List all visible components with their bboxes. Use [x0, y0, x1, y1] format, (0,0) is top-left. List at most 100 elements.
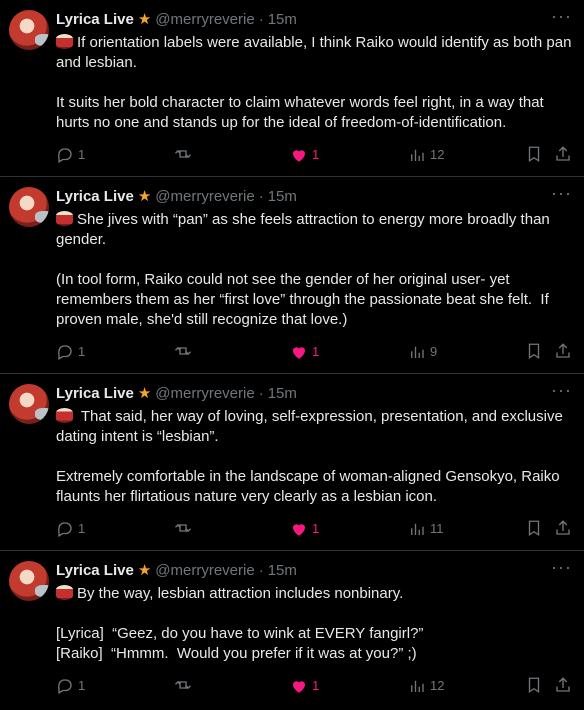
separator-dot: ·: [258, 562, 264, 579]
views-icon: [411, 346, 424, 358]
reply-count: 1: [78, 147, 86, 162]
share-icon: [556, 677, 570, 692]
like-button[interactable]: 1: [290, 519, 319, 539]
action-bar: 1 1 12: [56, 676, 572, 696]
author-name[interactable]: Lyrica Live: [56, 561, 134, 581]
tweet-header: Lyrica Live ★ @merryreverie · 15m: [56, 561, 297, 581]
view-count: 11: [430, 521, 444, 536]
action-bar: 1 1 9: [56, 342, 572, 362]
views-icon: [411, 149, 424, 161]
more-options-icon[interactable]: ···: [551, 557, 572, 577]
view-count: 9: [430, 344, 438, 359]
repost-button[interactable]: [174, 145, 192, 163]
heart-icon: [293, 150, 305, 162]
drum-emoji-icon: [56, 408, 73, 423]
tweet-text: That said, her way of loving, self-expre…: [56, 408, 563, 505]
repost-icon: [175, 681, 191, 689]
timestamp[interactable]: 15m: [268, 187, 297, 207]
action-bar: 1 1 11: [56, 519, 572, 539]
view-count: 12: [430, 147, 445, 162]
like-button[interactable]: 1: [290, 145, 319, 165]
reply-button[interactable]: 1: [56, 342, 85, 362]
heart-icon: [293, 347, 305, 359]
avatar[interactable]: [9, 10, 49, 50]
like-count: 1: [312, 344, 320, 359]
share-button[interactable]: [554, 676, 572, 694]
bookmark-button[interactable]: [525, 519, 543, 537]
repost-button[interactable]: [174, 342, 192, 360]
author-name[interactable]: Lyrica Live: [56, 10, 134, 30]
views-button[interactable]: 12: [408, 145, 444, 165]
tweet-divider: [0, 550, 584, 551]
repost-icon: [175, 347, 191, 355]
more-options-icon[interactable]: ···: [551, 6, 572, 26]
bookmark-icon: [528, 677, 540, 694]
avatar[interactable]: [9, 187, 49, 227]
more-options-icon[interactable]: ···: [551, 183, 572, 203]
views-button[interactable]: 9: [408, 342, 437, 362]
tweet-divider: [0, 373, 584, 374]
drum-emoji-icon: [56, 34, 73, 49]
action-bar: 1 1 12: [56, 145, 572, 165]
tweet-text: If orientation labels were available, I …: [56, 34, 572, 131]
timestamp[interactable]: 15m: [268, 384, 297, 404]
views-button[interactable]: 12: [408, 676, 444, 696]
reply-icon: [57, 679, 72, 694]
views-icon: [411, 523, 424, 535]
heart-icon: [293, 524, 305, 536]
reply-button[interactable]: 1: [56, 676, 85, 696]
views-button[interactable]: 11: [408, 519, 444, 539]
timestamp[interactable]: 15m: [268, 561, 297, 581]
reply-count: 1: [78, 344, 86, 359]
bookmark-icon: [528, 520, 540, 537]
repost-button[interactable]: [174, 519, 192, 537]
like-count: 1: [312, 147, 320, 162]
tweet-text: By the way, lesbian attraction includes …: [56, 585, 424, 662]
views-icon: [411, 680, 424, 692]
author-handle[interactable]: @merryreverie: [155, 10, 254, 30]
repost-icon: [175, 524, 191, 532]
timestamp[interactable]: 15m: [268, 10, 297, 30]
tweet-header: Lyrica Live ★ @merryreverie · 15m: [56, 10, 297, 30]
share-icon: [556, 520, 570, 535]
bookmark-button[interactable]: [525, 145, 543, 163]
author-handle[interactable]: @merryreverie: [155, 187, 254, 207]
drum-emoji-icon: [56, 585, 73, 600]
tweet-divider: [0, 176, 584, 177]
tweet-body: If orientation labels were available, I …: [56, 33, 572, 133]
share-button[interactable]: [554, 519, 572, 537]
separator-dot: ·: [258, 11, 264, 28]
share-icon: [556, 343, 570, 358]
reply-button[interactable]: 1: [56, 145, 85, 165]
star-badge-icon: ★: [137, 11, 152, 28]
star-badge-icon: ★: [137, 562, 152, 579]
reply-button[interactable]: 1: [56, 519, 85, 539]
like-button[interactable]: 1: [290, 342, 319, 362]
avatar[interactable]: [9, 384, 49, 424]
author-name[interactable]: Lyrica Live: [56, 187, 134, 207]
bookmark-button[interactable]: [525, 676, 543, 694]
reply-icon: [57, 522, 72, 537]
reply-icon: [57, 148, 72, 163]
repost-icon: [175, 150, 191, 158]
bookmark-icon: [528, 146, 540, 163]
tweet-header: Lyrica Live ★ @merryreverie · 15m: [56, 187, 297, 207]
reply-icon: [57, 345, 72, 360]
author-handle[interactable]: @merryreverie: [155, 384, 254, 404]
more-options-icon[interactable]: ···: [551, 380, 572, 400]
bookmark-button[interactable]: [525, 342, 543, 360]
avatar[interactable]: [9, 561, 49, 601]
author-handle[interactable]: @merryreverie: [155, 561, 254, 581]
share-button[interactable]: [554, 145, 572, 163]
star-badge-icon: ★: [137, 385, 152, 402]
reply-count: 1: [78, 521, 86, 536]
drum-emoji-icon: [56, 211, 73, 226]
share-button[interactable]: [554, 342, 572, 360]
like-count: 1: [312, 678, 320, 693]
tweet-header: Lyrica Live ★ @merryreverie · 15m: [56, 384, 297, 404]
like-button[interactable]: 1: [290, 676, 319, 696]
separator-dot: ·: [258, 385, 264, 402]
author-name[interactable]: Lyrica Live: [56, 384, 134, 404]
reply-count: 1: [78, 678, 86, 693]
repost-button[interactable]: [174, 676, 192, 694]
